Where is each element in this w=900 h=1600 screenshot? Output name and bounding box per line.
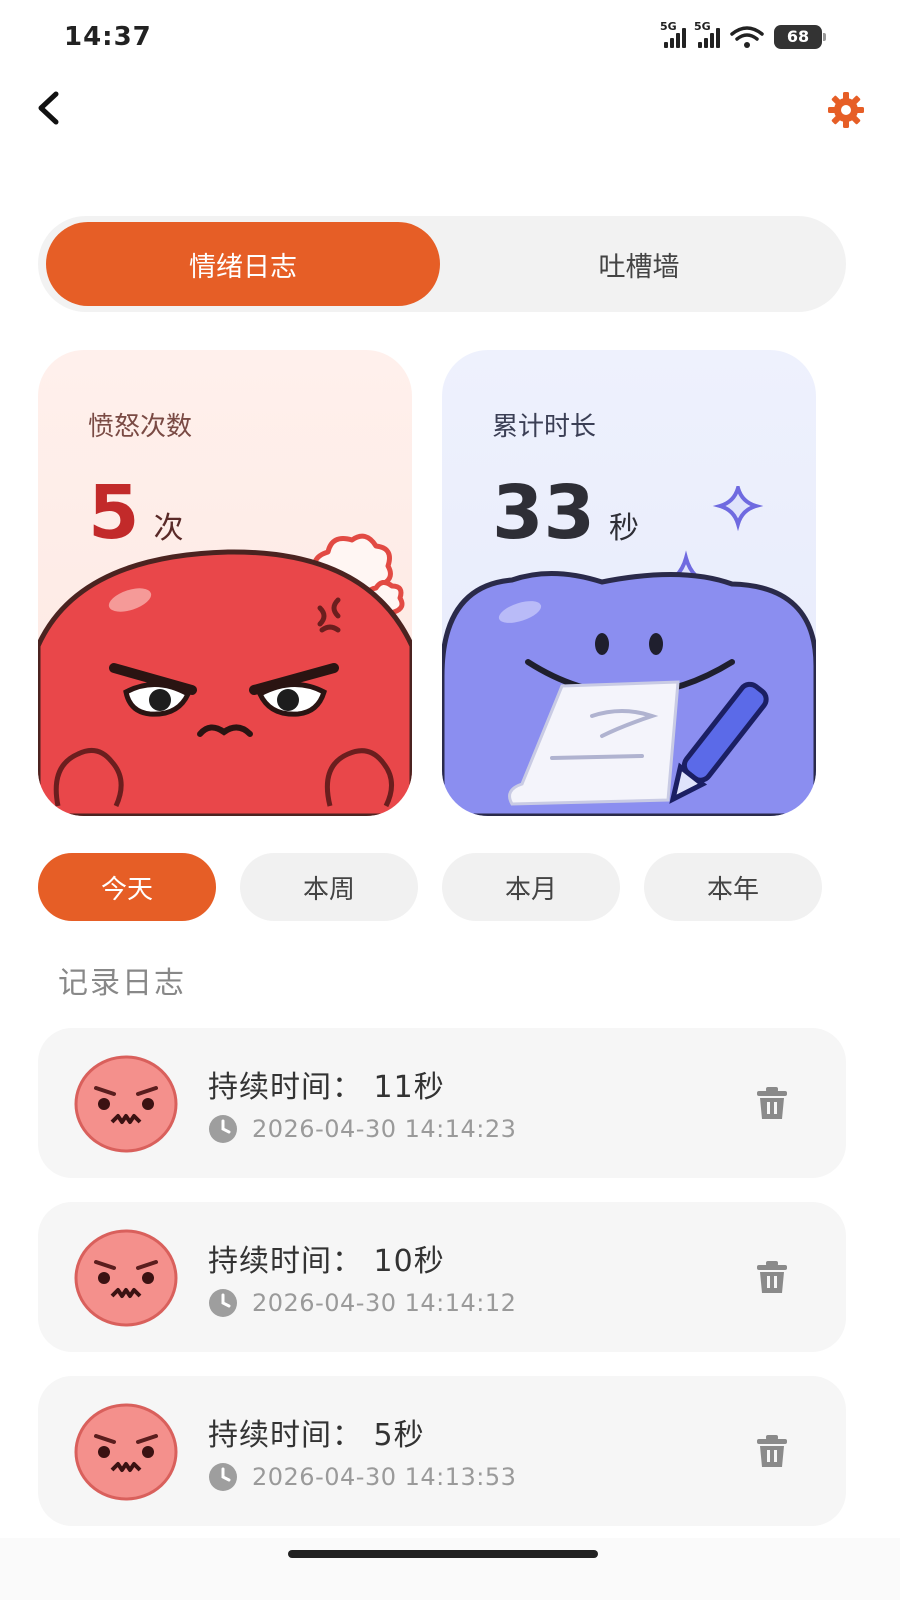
log-duration: 持续时间： 5秒: [208, 1418, 425, 1453]
anger-count-label: 愤怒次数: [88, 412, 193, 442]
log-duration: 持续时间： 10秒: [208, 1244, 445, 1279]
network-type-label: 5G: [660, 20, 677, 33]
clock-icon: [209, 1115, 237, 1143]
home-indicator[interactable]: [288, 1550, 598, 1558]
trash-icon[interactable]: [756, 1086, 788, 1120]
list-item[interactable]: 持续时间： 5秒 2026-04-30 14:13:53: [38, 1376, 846, 1526]
status-icons: 5G 5G 68: [660, 20, 826, 52]
log-timestamp: 2026-04-30 14:14:12: [252, 1289, 517, 1317]
tab-rant-wall[interactable]: 吐槽墙: [442, 222, 836, 306]
settings-button[interactable]: [826, 90, 866, 130]
bottom-safe-area: [0, 1538, 900, 1600]
view-switcher: 情绪日志 吐槽墙: [38, 216, 846, 312]
purple-blob-writing-illustration: [442, 486, 816, 816]
network-type-label: 5G: [694, 20, 711, 33]
clock-icon: [209, 1463, 237, 1491]
period-week-button[interactable]: 本周: [240, 853, 418, 921]
angry-face-illustration: [38, 533, 412, 816]
angry-face-avatar-icon: [74, 1403, 178, 1501]
total-duration-card: 累计时长 33 秒: [442, 350, 816, 816]
period-today-button[interactable]: 今天: [38, 853, 216, 921]
cellular-signal-icon: 5G: [660, 20, 686, 48]
total-duration-label: 累计时长: [492, 412, 597, 442]
log-timestamp: 2026-04-30 14:13:53: [252, 1463, 517, 1491]
log-timestamp-row: 2026-04-30 14:13:53: [208, 1462, 516, 1492]
angry-face-avatar-icon: [74, 1229, 178, 1327]
battery-indicator: 68: [774, 25, 826, 49]
log-timestamp: 2026-04-30 14:14:23: [252, 1115, 517, 1143]
trash-icon[interactable]: [756, 1434, 788, 1468]
status-time: 14:37: [64, 22, 152, 52]
log-timestamp-row: 2026-04-30 14:14:12: [208, 1288, 516, 1318]
back-button[interactable]: [28, 86, 72, 130]
trash-icon[interactable]: [756, 1260, 788, 1294]
log-timestamp-row: 2026-04-30 14:14:23: [208, 1114, 516, 1144]
period-year-button[interactable]: 本年: [644, 853, 822, 921]
period-month-button[interactable]: 本月: [442, 853, 620, 921]
list-item[interactable]: 持续时间： 10秒 2026-04-30 14:14:12: [38, 1202, 846, 1352]
tab-emotion-log[interactable]: 情绪日志: [46, 222, 440, 306]
period-filter: 今天 本周 本月 本年: [38, 853, 822, 921]
list-item[interactable]: 持续时间： 11秒 2026-04-30 14:14:23: [38, 1028, 846, 1178]
cellular-signal-icon: 5G: [694, 20, 720, 48]
clock-icon: [209, 1289, 237, 1317]
wifi-icon: [730, 26, 764, 48]
status-bar: 14:37 5G 5G 68: [0, 0, 900, 70]
gear-icon: [828, 92, 864, 128]
chevron-left-icon: [38, 91, 59, 125]
log-duration: 持续时间： 11秒: [208, 1070, 445, 1105]
section-title: 记录日志: [58, 966, 186, 1001]
anger-count-card: 愤怒次数 5 次: [38, 350, 412, 816]
angry-face-avatar-icon: [74, 1055, 178, 1153]
